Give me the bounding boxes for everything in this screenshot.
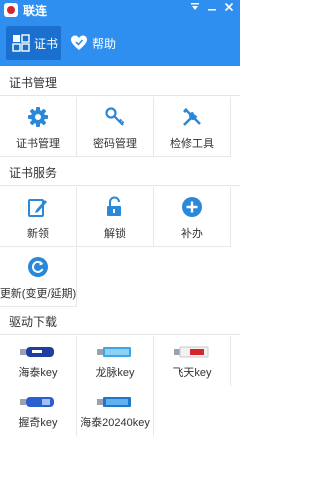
nav-cert-button[interactable]: 证书 bbox=[6, 26, 61, 60]
driver-haitai-2024-label: 海泰20240key bbox=[80, 417, 150, 429]
minimize-button[interactable] bbox=[204, 2, 219, 17]
cert-manage-grid: 证书管理 密码管理 检修工具 bbox=[0, 97, 240, 157]
usb-key-icon bbox=[174, 346, 209, 358]
driver-feitian-label: 飞天key bbox=[172, 367, 212, 379]
driver-haitai-label: 海泰key bbox=[18, 367, 58, 379]
title-bar: 联连 bbox=[0, 0, 240, 20]
close-button[interactable] bbox=[221, 2, 236, 17]
nav-help-label: 帮助 bbox=[92, 36, 117, 51]
password-manage-button[interactable]: 密码管理 bbox=[77, 97, 154, 157]
usb-key-icon bbox=[20, 347, 54, 357]
nav-bar: 证书 帮助 bbox=[0, 20, 240, 66]
window-controls bbox=[187, 2, 236, 17]
driver-haitai-button[interactable]: 海泰key bbox=[0, 336, 77, 386]
edit-icon bbox=[27, 195, 49, 219]
driver-woqi-button[interactable]: 握奇key bbox=[0, 386, 77, 436]
grid-icon bbox=[12, 34, 30, 52]
renew-label: 更新(变更/延期) bbox=[0, 288, 77, 300]
new-cert-button[interactable]: 新领 bbox=[0, 187, 77, 247]
repair-tools-label: 检修工具 bbox=[170, 138, 214, 150]
nav-help-button[interactable]: 帮助 bbox=[66, 26, 118, 60]
driver-longmai-button[interactable]: 龙脉key bbox=[77, 336, 154, 386]
password-manage-label: 密码管理 bbox=[93, 138, 137, 150]
usb-key-icon bbox=[97, 347, 131, 357]
heart-icon bbox=[71, 35, 87, 50]
nav-cert-label: 证书 bbox=[34, 36, 59, 51]
tools-icon bbox=[181, 105, 203, 129]
driver-haitai-2024-button[interactable]: 海泰20240key bbox=[77, 386, 154, 436]
unlock-label: 解锁 bbox=[104, 228, 126, 240]
unlock-button[interactable]: 解锁 bbox=[77, 187, 154, 247]
menu-dropdown-icon[interactable] bbox=[187, 2, 202, 17]
usb-key-icon bbox=[97, 397, 131, 407]
cert-service-header: 证书服务 bbox=[0, 160, 240, 186]
gear-icon bbox=[27, 105, 49, 129]
drivers-grid: 海泰key 龙脉key 飞天key 握奇key 海泰20240key bbox=[0, 336, 240, 436]
app-logo-icon bbox=[4, 3, 18, 17]
usb-key-icon bbox=[20, 397, 54, 407]
reissue-button[interactable]: 补办 bbox=[154, 187, 231, 247]
key-icon bbox=[104, 105, 126, 129]
plus-circle-icon bbox=[181, 195, 203, 219]
drivers-header: 驱动下载 bbox=[0, 309, 240, 335]
reissue-label: 补办 bbox=[181, 228, 203, 240]
new-cert-label: 新领 bbox=[27, 228, 49, 240]
driver-longmai-label: 龙脉key bbox=[95, 367, 135, 379]
unlock-icon bbox=[104, 195, 126, 219]
window-title: 联连 bbox=[23, 3, 48, 18]
driver-feitian-button[interactable]: 飞天key bbox=[154, 336, 231, 386]
renew-button[interactable]: 更新(变更/延期) bbox=[0, 247, 77, 307]
refresh-icon bbox=[27, 255, 49, 279]
repair-tools-button[interactable]: 检修工具 bbox=[154, 97, 231, 157]
cert-service-grid: 新领 解锁 补办 更新(变更/延期) bbox=[0, 187, 240, 307]
cert-manage-button[interactable]: 证书管理 bbox=[0, 97, 77, 157]
cert-manage-label: 证书管理 bbox=[16, 138, 60, 150]
driver-woqi-label: 握奇key bbox=[18, 417, 58, 429]
cert-manage-header: 证书管理 bbox=[0, 70, 240, 96]
